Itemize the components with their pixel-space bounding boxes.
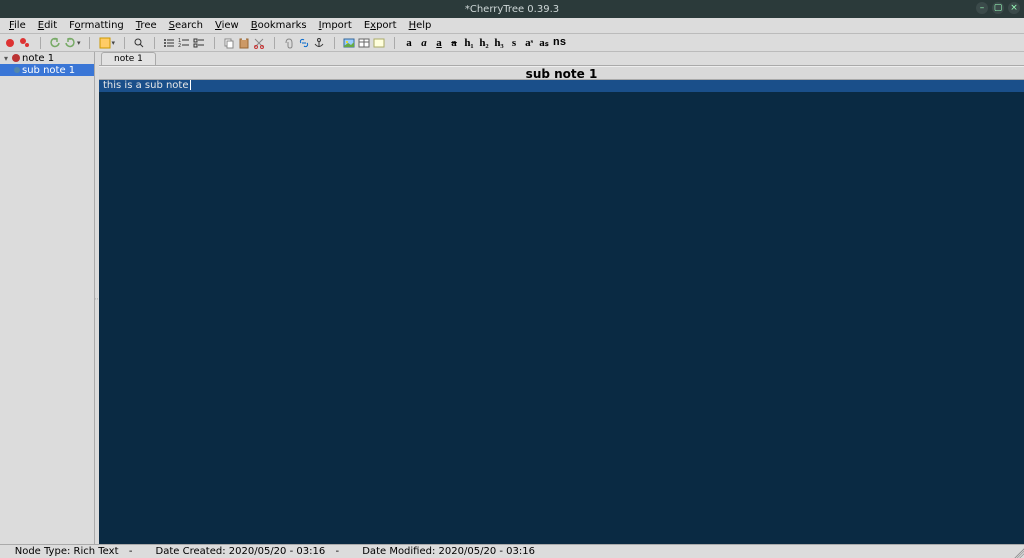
window-titlebar: *CherryTree 0.39.3 – ▢ ×	[0, 0, 1024, 18]
tree-panel: ▾ note 1 sub note 1	[0, 52, 95, 544]
menu-import[interactable]: Import	[314, 19, 357, 32]
toolbar-image-icon[interactable]	[342, 36, 356, 50]
toolbar: ▾ ▾ 12 a a a a h₁ h₂ h₃ s aˢ aₛ ns	[0, 34, 1024, 52]
menu-edit[interactable]: Edit	[33, 19, 62, 32]
editor-text: this is a sub note	[103, 80, 189, 91]
node-title-header: sub note 1	[99, 66, 1024, 80]
toolbar-redo-icon[interactable]: ▾	[63, 36, 82, 50]
toolbar-separator	[117, 36, 131, 50]
toolbar-node-add-sub-icon[interactable]	[18, 36, 32, 50]
toolbar-separator	[147, 36, 161, 50]
window-maximize-button[interactable]: ▢	[992, 2, 1004, 14]
toolbar-separator	[387, 36, 401, 50]
toolbar-h1-button[interactable]: h₁	[462, 36, 476, 50]
menu-bar: File Edit Formatting Tree Search View Bo…	[0, 18, 1024, 34]
tree-node-child[interactable]: sub note 1	[0, 64, 94, 76]
toolbar-superscript-button[interactable]: aˢ	[522, 36, 536, 50]
toolbar-anchor-icon[interactable]	[312, 36, 326, 50]
menu-file[interactable]: File	[4, 19, 31, 32]
toolbar-separator	[83, 36, 97, 50]
tree-node-root[interactable]: ▾ note 1	[0, 52, 94, 64]
toolbar-node-add-icon[interactable]	[3, 36, 17, 50]
node-bullet-icon	[14, 67, 20, 73]
toolbar-search-icon[interactable]	[132, 36, 146, 50]
editor-current-line: this is a sub note	[99, 80, 1024, 92]
menu-bookmarks[interactable]: Bookmarks	[246, 19, 312, 32]
menu-help[interactable]: Help	[404, 19, 437, 32]
toolbar-italic-button[interactable]: a	[417, 36, 431, 50]
tab-note1[interactable]: note 1	[101, 52, 156, 65]
toolbar-attach-icon[interactable]	[282, 36, 296, 50]
status-bar: Node Type: Rich Text - Date Created: 202…	[0, 544, 1024, 558]
toolbar-table-icon[interactable]	[357, 36, 371, 50]
toolbar-copy-icon[interactable]	[222, 36, 236, 50]
toolbar-subscript-button[interactable]: aₛ	[537, 36, 551, 50]
menu-export[interactable]: Export	[359, 19, 402, 32]
toolbar-monospace-button[interactable]: ns	[552, 36, 567, 50]
tree-node-label: sub note 1	[22, 65, 75, 76]
status-separator: -	[123, 546, 139, 557]
toolbar-h2-button[interactable]: h₂	[477, 36, 491, 50]
toolbar-list-todo-icon[interactable]	[192, 36, 206, 50]
window-minimize-button[interactable]: –	[976, 2, 988, 14]
toolbar-bold-button[interactable]: a	[402, 36, 416, 50]
toolbar-list-number-icon[interactable]: 12	[177, 36, 191, 50]
toolbar-underline-button[interactable]: a	[432, 36, 446, 50]
menu-search[interactable]: Search	[164, 19, 208, 32]
toolbar-link-icon[interactable]	[297, 36, 311, 50]
toolbar-separator	[33, 36, 47, 50]
node-bullet-icon	[12, 54, 20, 62]
menu-formatting[interactable]: Formatting	[64, 19, 129, 32]
tab-bar: note 1	[99, 52, 1024, 66]
menu-view[interactable]: View	[210, 19, 244, 32]
main-area: note 1 sub note 1 this is a sub note	[99, 52, 1024, 544]
toolbar-strike-button[interactable]: a	[447, 36, 461, 50]
svg-text:2: 2	[178, 43, 181, 49]
menu-tree[interactable]: Tree	[131, 19, 162, 32]
toolbar-separator	[267, 36, 281, 50]
toolbar-separator	[327, 36, 341, 50]
tree-expand-icon[interactable]: ▾	[2, 54, 10, 63]
toolbar-small-button[interactable]: s	[507, 36, 521, 50]
toolbar-h3-button[interactable]: h₃	[492, 36, 506, 50]
status-separator: -	[329, 546, 345, 557]
toolbar-codebox-icon[interactable]	[372, 36, 386, 50]
editor-area[interactable]: this is a sub note	[99, 80, 1024, 544]
toolbar-paste-icon[interactable]	[237, 36, 251, 50]
toolbar-undo-icon[interactable]	[48, 36, 62, 50]
tree-node-label: note 1	[22, 53, 54, 64]
window-close-button[interactable]: ×	[1008, 2, 1020, 14]
window-title: *CherryTree 0.39.3	[0, 4, 1024, 15]
toolbar-cut-icon[interactable]	[252, 36, 266, 50]
toolbar-separator	[207, 36, 221, 50]
toolbar-list-bullet-icon[interactable]	[162, 36, 176, 50]
toolbar-save-icon[interactable]: ▾	[98, 36, 117, 50]
text-cursor-icon	[190, 80, 191, 90]
resize-grip-icon[interactable]	[1012, 546, 1024, 558]
